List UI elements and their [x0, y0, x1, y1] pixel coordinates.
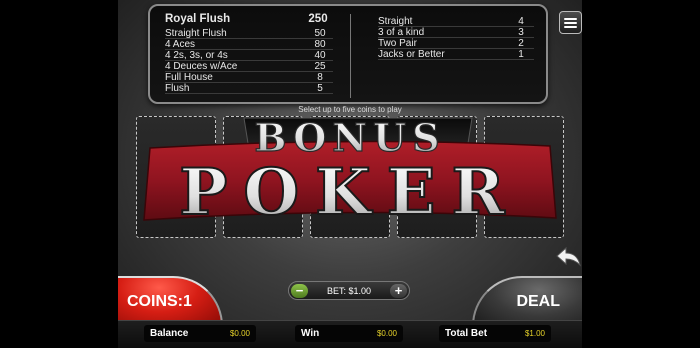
- bonus-poker-logo: BONUS POKER: [143, 116, 557, 231]
- hand-name: Flush: [165, 83, 190, 94]
- hand-pay: 5: [317, 83, 323, 94]
- balance-display: Balance $0.00: [144, 325, 256, 342]
- hand-name: Straight: [378, 16, 413, 27]
- hand-name: Full House: [165, 72, 213, 83]
- status-bar: Balance $0.00 Win $0.00 Total Bet $1.00: [118, 320, 582, 348]
- increase-bet-button[interactable]: +: [390, 283, 407, 298]
- win-display: Win $0.00: [295, 325, 403, 342]
- paytable-row: 4 Deuces w/Ace 25: [165, 61, 333, 72]
- win-label: Win: [301, 328, 320, 339]
- hand-name: Jacks or Better: [378, 49, 445, 60]
- game-area: Royal Flush 250 Straight Flush 50 4 Aces…: [118, 0, 582, 348]
- paytable-right-column: Straight 4 3 of a kind 3 Two Pair 2 Jack…: [378, 16, 534, 60]
- paytable-row: 4 2s, 3s, or 4s 40: [165, 50, 333, 61]
- paytable-row: Two Pair 2: [378, 38, 534, 49]
- hand-pay: 8: [317, 72, 323, 83]
- balance-label: Balance: [150, 328, 189, 339]
- menu-line: [564, 25, 577, 28]
- bet-amount: BET: $1.00: [326, 285, 372, 296]
- hand-name: Royal Flush: [165, 13, 231, 25]
- hand-name: 4 Deuces w/Ace: [165, 61, 238, 72]
- hand-name: Two Pair: [378, 38, 417, 49]
- paytable-row: Royal Flush 250: [165, 11, 333, 28]
- paytable: Royal Flush 250 Straight Flush 50 4 Aces…: [148, 4, 548, 104]
- menu-line: [564, 21, 577, 24]
- logo-line-bonus: BONUS: [254, 116, 445, 160]
- hand-name: 3 of a kind: [378, 27, 425, 38]
- hand-pay: 4: [518, 16, 524, 27]
- hand-pay: 40: [314, 50, 326, 61]
- win-value: $0.00: [376, 329, 397, 338]
- paytable-row: Flush 5: [165, 83, 333, 94]
- back-arrow-icon[interactable]: [556, 244, 582, 268]
- bet-control: − BET: $1.00 +: [288, 281, 410, 300]
- logo-line-poker: POKER: [179, 155, 520, 230]
- hand-pay: 1: [518, 49, 524, 60]
- paytable-row: Straight Flush 50: [165, 28, 333, 39]
- hand-name: Straight Flush: [165, 28, 227, 39]
- deal-button[interactable]: DEAL: [472, 276, 582, 326]
- hand-pay: 250: [308, 13, 328, 25]
- coins-button[interactable]: COINS:1: [118, 276, 223, 326]
- hand-name: 4 2s, 3s, or 4s: [165, 50, 228, 61]
- paytable-divider: [350, 14, 351, 98]
- paytable-row: 3 of a kind 3: [378, 27, 534, 38]
- balance-value: $0.00: [229, 329, 250, 338]
- paytable-row: Straight 4: [378, 16, 534, 27]
- decrease-bet-button[interactable]: −: [291, 283, 308, 298]
- hand-pay: 25: [314, 61, 326, 72]
- hand-name: 4 Aces: [165, 39, 196, 50]
- paytable-row: 4 Aces 80: [165, 39, 333, 50]
- menu-line: [564, 17, 577, 20]
- total-bet-display: Total Bet $1.00: [439, 325, 551, 342]
- hand-pay: 80: [314, 39, 326, 50]
- hand-pay: 50: [314, 28, 326, 39]
- paytable-left-column: Royal Flush 250 Straight Flush 50 4 Aces…: [165, 11, 333, 94]
- hand-pay: 2: [518, 38, 524, 49]
- total-bet-label: Total Bet: [445, 328, 488, 339]
- paytable-row: Full House 8: [165, 72, 333, 83]
- instruction-text: Select up to five coins to play: [298, 105, 402, 114]
- total-bet-value: $1.00: [524, 329, 545, 338]
- paytable-row: Jacks or Better 1: [378, 49, 534, 60]
- hamburger-menu-icon[interactable]: [559, 11, 582, 34]
- hand-pay: 3: [518, 27, 524, 38]
